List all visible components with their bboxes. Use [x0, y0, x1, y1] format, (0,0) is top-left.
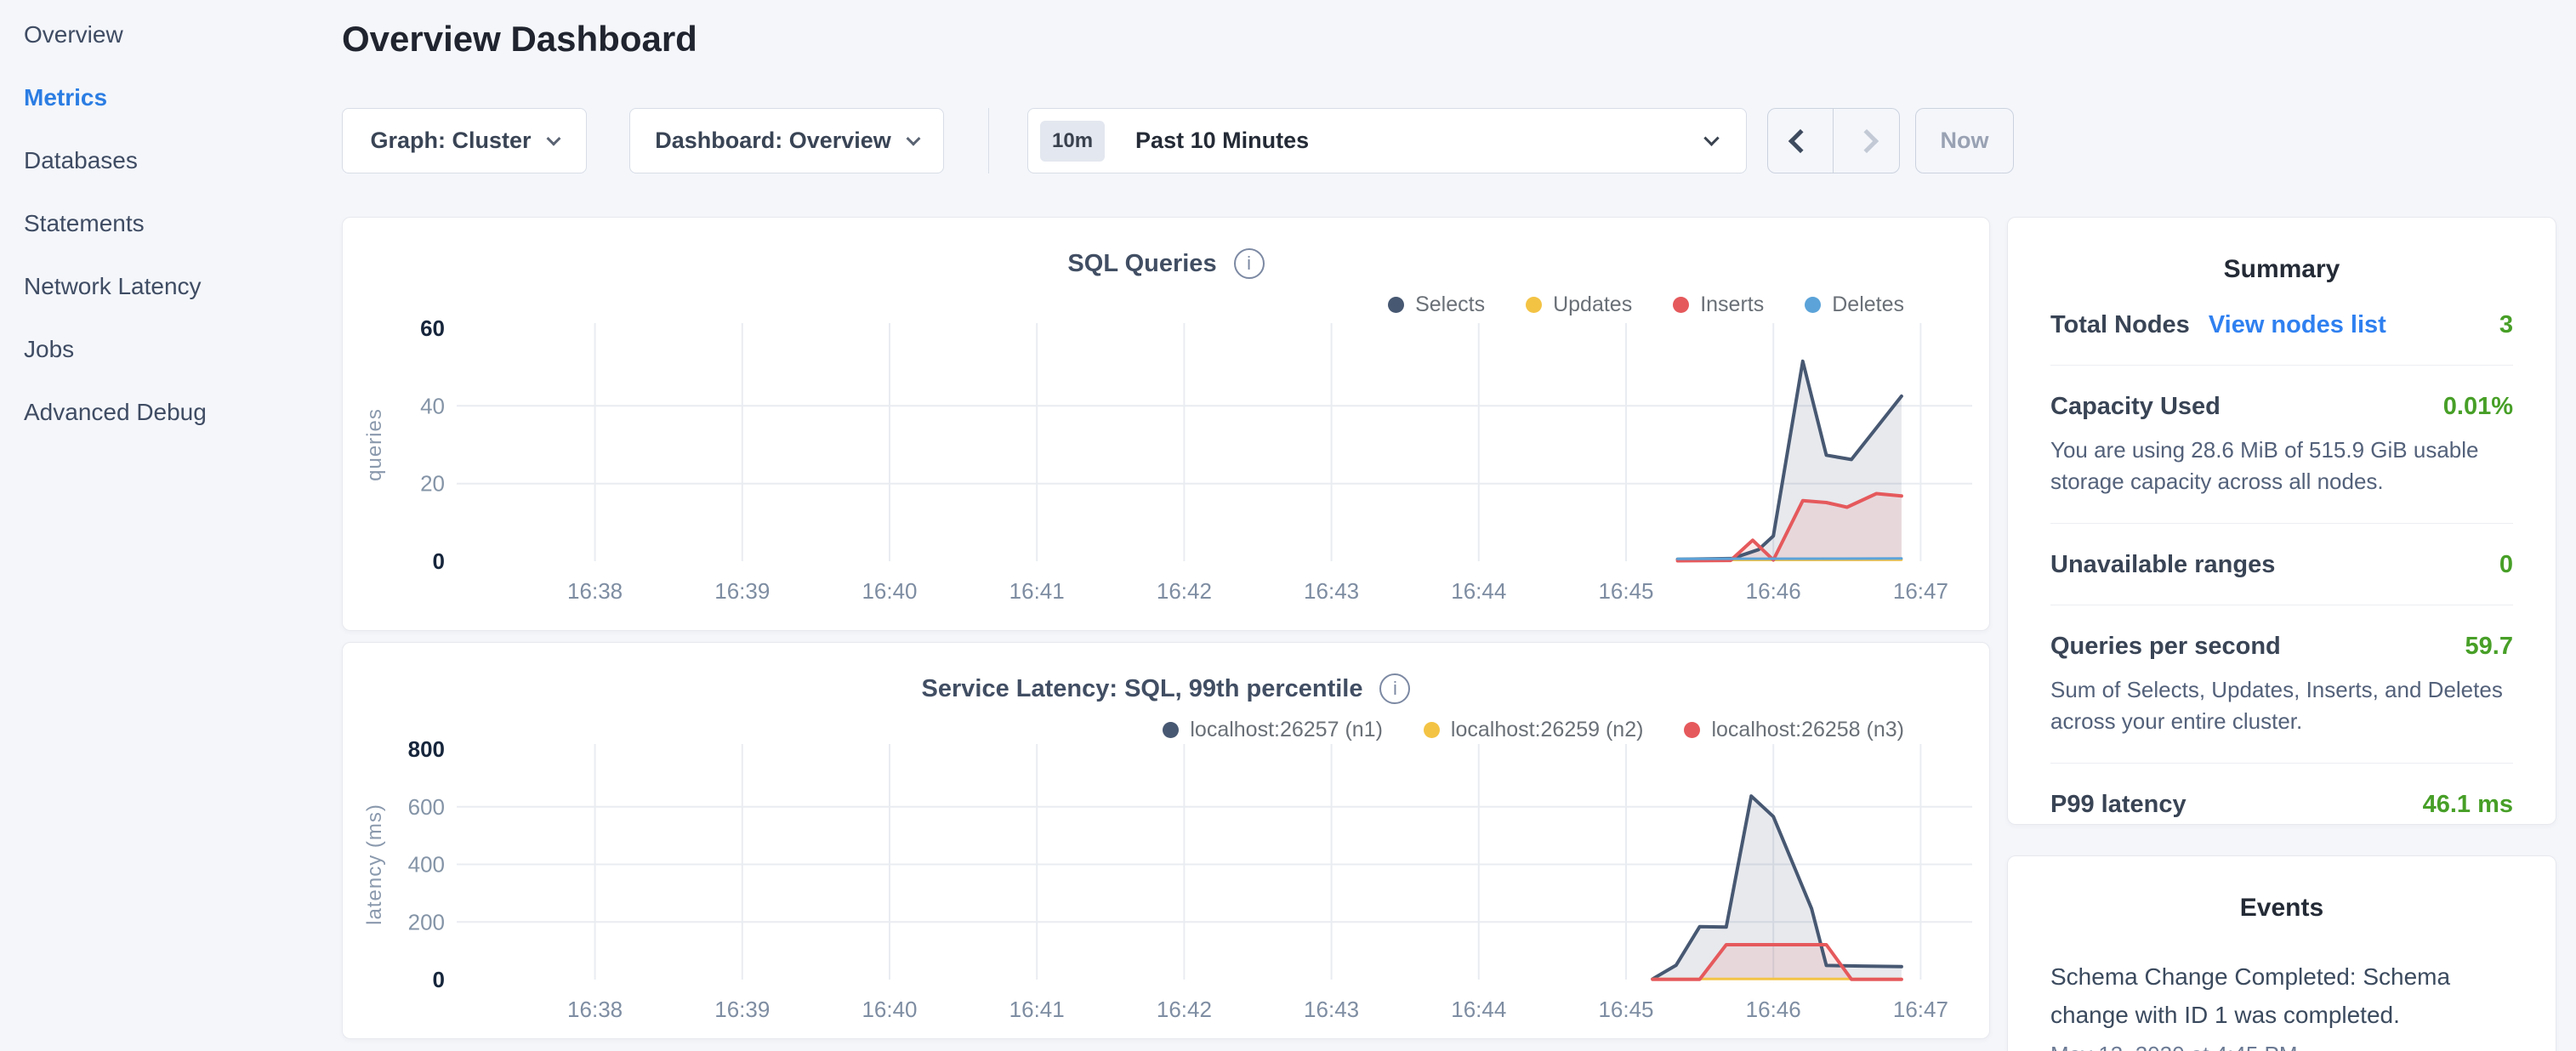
svg-text:0: 0 — [433, 548, 445, 574]
svg-text:queries: queries — [363, 408, 386, 481]
graph-dropdown-label: Graph: Cluster — [370, 128, 531, 154]
divider — [2050, 763, 2513, 764]
sidebar-nav: Overview Metrics Databases Statements Networ… — [0, 0, 316, 459]
svg-text:200: 200 — [408, 909, 445, 935]
summary-value: 3 — [2499, 311, 2513, 339]
svg-text:16:47: 16:47 — [1893, 578, 1948, 604]
sql-queries-chart[interactable]: 16:38 16:39 16:40 16:41 16:42 16:43 16:44 16:45… — [343, 218, 1991, 632]
graph-dropdown[interactable]: Graph: Cluster — [342, 108, 587, 173]
chevron-right-icon — [1854, 128, 1878, 152]
svg-text:16:41: 16:41 — [1009, 997, 1065, 1022]
summary-value: 0 — [2499, 551, 2513, 579]
svg-text:16:39: 16:39 — [714, 578, 770, 604]
event-text: Schema Change Completed: Schema change w… — [2050, 958, 2513, 1035]
svg-text:16:42: 16:42 — [1157, 578, 1212, 604]
service-latency-chart[interactable]: 16:38 16:39 16:40 16:41 16:42 16:43 16:44 16:45… — [343, 643, 1991, 1040]
summary-row: Capacity Used 0.01% You are using 28.6 MiB… — [2050, 393, 2513, 497]
svg-text:16:45: 16:45 — [1598, 578, 1653, 604]
svg-text:latency (ms): latency (ms) — [363, 804, 386, 925]
summary-label: Capacity Used — [2050, 393, 2221, 421]
svg-text:16:42: 16:42 — [1157, 997, 1212, 1022]
summary-row: P99 latency 46.1 ms — [2050, 791, 2513, 819]
svg-text:16:38: 16:38 — [567, 578, 623, 604]
sidebar-item-statements[interactable]: Statements — [24, 207, 316, 240]
summary-label: Queries per second — [2050, 633, 2281, 661]
summary-value: 46.1 ms — [2423, 791, 2513, 819]
dashboard-dropdown[interactable]: Dashboard: Overview — [629, 108, 944, 173]
svg-text:16:46: 16:46 — [1746, 578, 1801, 604]
svg-text:16:43: 16:43 — [1304, 997, 1359, 1022]
summary-subtext: Sum of Selects, Updates, Inserts, and De… — [2050, 674, 2513, 737]
chevron-left-icon — [1788, 128, 1812, 152]
svg-text:16:40: 16:40 — [862, 997, 917, 1022]
time-pager — [1767, 108, 1900, 173]
divider — [2050, 523, 2513, 524]
next-time-button[interactable] — [1834, 109, 1899, 173]
svg-text:16:38: 16:38 — [567, 997, 623, 1022]
summary-row: Total Nodes View nodes list 3 — [2050, 311, 2513, 339]
time-range-selector[interactable]: 10m Past 10 Minutes — [1027, 108, 1747, 173]
svg-text:40: 40 — [420, 393, 445, 418]
summary-label: P99 latency — [2050, 791, 2186, 819]
svg-text:16:45: 16:45 — [1598, 997, 1653, 1022]
summary-card: Summary Total Nodes View nodes list 3 Capac… — [2007, 217, 2556, 825]
svg-text:0: 0 — [433, 967, 445, 992]
summary-value: 0.01% — [2443, 393, 2513, 421]
now-button[interactable]: Now — [1915, 108, 2014, 173]
chevron-down-icon — [906, 131, 920, 145]
summary-label: Unavailable ranges — [2050, 551, 2275, 579]
service-latency-chart-card: Service Latency: SQL, 99th percentile i … — [342, 642, 1990, 1039]
svg-text:16:41: 16:41 — [1009, 578, 1065, 604]
summary-label: Total Nodes — [2050, 311, 2190, 339]
chevron-down-icon — [1703, 130, 1719, 145]
svg-text:20: 20 — [420, 471, 445, 497]
svg-text:16:40: 16:40 — [862, 578, 917, 604]
event-item: Schema Change Completed: Schema change w… — [2050, 958, 2513, 1051]
toolbar-divider — [988, 108, 989, 173]
summary-row: Unavailable ranges 0 — [2050, 551, 2513, 579]
chevron-down-icon — [546, 131, 560, 145]
events-title: Events — [2050, 894, 2513, 923]
sql-queries-chart-card: SQL Queries i SelectsUpdatesInsertsDelet… — [342, 217, 1990, 631]
svg-text:600: 600 — [408, 794, 445, 820]
summary-link[interactable]: View nodes list — [2209, 311, 2386, 339]
svg-text:60: 60 — [420, 315, 445, 341]
time-range-badge: 10m — [1040, 121, 1105, 162]
summary-row: Queries per second 59.7 Sum of Selects, Up… — [2050, 633, 2513, 737]
svg-text:16:44: 16:44 — [1451, 578, 1506, 604]
summary-value: 59.7 — [2465, 633, 2513, 661]
sidebar-item-network-latency[interactable]: Network Latency — [24, 270, 316, 303]
sidebar-item-overview[interactable]: Overview — [24, 19, 316, 51]
sidebar-item-jobs[interactable]: Jobs — [24, 333, 316, 366]
prev-time-button[interactable] — [1768, 109, 1834, 173]
event-timestamp: May 13, 2020 at 4:45 PM — [2050, 1042, 2513, 1051]
svg-text:16:43: 16:43 — [1304, 578, 1359, 604]
divider — [2050, 365, 2513, 366]
dashboard-dropdown-label: Dashboard: Overview — [655, 128, 891, 154]
toolbar: Graph: Cluster Dashboard: Overview 10m P… — [342, 108, 2034, 173]
time-range-label: Past 10 Minutes — [1135, 128, 1706, 154]
svg-text:16:39: 16:39 — [714, 997, 770, 1022]
page-title: Overview Dashboard — [342, 19, 697, 60]
svg-text:16:47: 16:47 — [1893, 997, 1948, 1022]
svg-text:16:46: 16:46 — [1746, 997, 1801, 1022]
svg-text:800: 800 — [408, 736, 445, 762]
svg-text:400: 400 — [408, 852, 445, 878]
summary-subtext: You are using 28.6 MiB of 515.9 GiB usab… — [2050, 435, 2513, 497]
summary-title: Summary — [2050, 255, 2513, 284]
sidebar-item-metrics[interactable]: Metrics — [24, 82, 316, 114]
sidebar-item-databases[interactable]: Databases — [24, 145, 316, 177]
svg-text:16:44: 16:44 — [1451, 997, 1506, 1022]
sidebar-item-advanced-debug[interactable]: Advanced Debug — [24, 396, 316, 429]
events-card: Events Schema Change Completed: Schema c… — [2007, 855, 2556, 1051]
